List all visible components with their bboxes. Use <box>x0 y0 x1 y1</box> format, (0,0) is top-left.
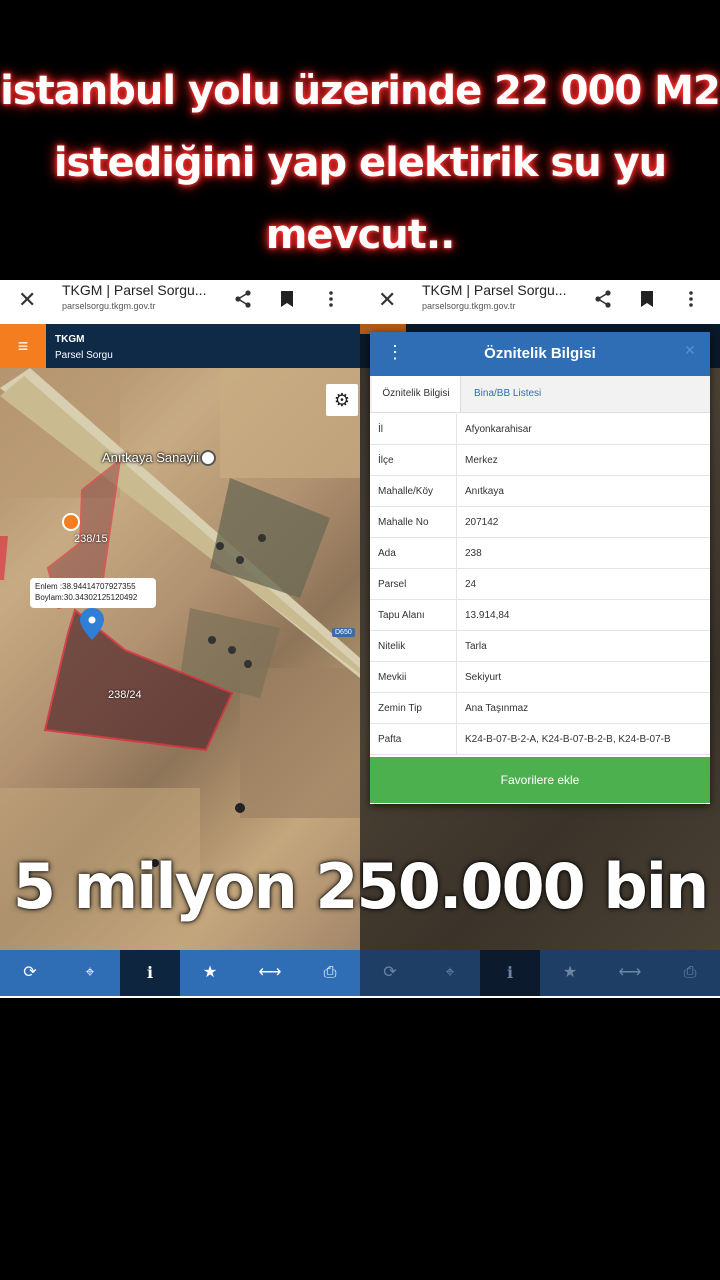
place-label: Anıtkaya Sanayii <box>102 450 199 465</box>
attr-value: Merkez <box>456 444 710 476</box>
attr-value: K24-B-07-B-2-A, K24-B-07-B-2-B, K24-B-07… <box>456 723 710 755</box>
attr-value: Sekiyurt <box>456 661 710 693</box>
table-row: İlçe Merkez <box>370 444 710 476</box>
attribute-table: İl Afyonkarahisar İlçe Merkez Mahalle/Köy A… <box>370 414 710 755</box>
attr-value: 238 <box>456 537 710 569</box>
parcel-label: 238/15 <box>74 533 108 545</box>
app-header: ≡ TKGM Parsel Sorgu <box>0 324 360 368</box>
table-row: Nitelik Tarla <box>370 630 710 662</box>
place-pin-icon[interactable] <box>200 450 216 466</box>
dialog-title: Öznitelik Bilgisi <box>484 345 596 362</box>
coordinate-popup: Enlem :38.94414707927355 Boylam:30.34302… <box>30 578 156 608</box>
attr-value: Ana Taşınmaz <box>456 692 710 724</box>
locate-icon[interactable]: ⌖ <box>60 950 120 996</box>
attr-key: Mahalle No <box>370 506 457 538</box>
attr-key: Ada <box>370 537 457 569</box>
video-caption: istanbul yolu üzerinde 22 000 M2 istediğ… <box>0 55 720 271</box>
bookmark-icon[interactable] <box>276 288 298 310</box>
close-icon[interactable]: ✕ <box>18 287 36 313</box>
share-icon[interactable] <box>232 288 254 310</box>
table-row: Mahalle/Köy Anıtkaya <box>370 475 710 507</box>
attr-value: 207142 <box>456 506 710 538</box>
more-vert-icon[interactable] <box>320 288 342 310</box>
dialog-header: ⋮ Öznitelik Bilgisi ✕ <box>370 332 710 376</box>
star-icon: ★ <box>562 964 578 981</box>
bookmark-icon[interactable] <box>636 288 658 310</box>
refresh-icon[interactable]: ⟳ <box>0 950 60 996</box>
table-row: Zemin Tip Ana Taşınmaz <box>370 692 710 724</box>
table-row: İl Afyonkarahisar <box>370 414 710 445</box>
more-vert-icon[interactable] <box>680 288 702 310</box>
info-icon: i <box>480 950 540 996</box>
tab-building-list[interactable]: Bina/BB Listesi <box>474 376 541 412</box>
close-icon[interactable]: ✕ <box>684 342 696 359</box>
attr-key: Parsel <box>370 568 457 600</box>
table-row: Parsel 24 <box>370 568 710 600</box>
caption-line-3: mevcut.. <box>265 212 456 258</box>
refresh-icon: ⟳ <box>383 964 397 981</box>
attr-key: Nitelik <box>370 630 457 662</box>
measure-icon[interactable]: ⟷ <box>240 950 300 996</box>
locate-icon: ⌖ <box>445 964 455 981</box>
info-icon[interactable]: i <box>120 950 180 996</box>
road-sign: D650 <box>332 628 355 637</box>
bottom-toolbar: ⟳ ⌖ i ★ ⟷ ⎙ <box>0 950 360 996</box>
tab-attributes[interactable]: Öznitelik Bilgisi <box>372 376 461 412</box>
tab-title: TKGM | Parsel Sorgu... <box>62 282 207 298</box>
dialog-tabs: Öznitelik Bilgisi Bina/BB Listesi <box>370 376 710 413</box>
table-row: Pafta K24-B-07-B-2-A, K24-B-07-B-2-B, K24… <box>370 723 710 755</box>
brand-title: TKGM <box>55 334 85 345</box>
url-text: parselsorgu.tkgm.gov.tr <box>422 301 516 311</box>
attr-key: İlçe <box>370 444 457 476</box>
price-overlay: 5 milyon 250.000 bin <box>12 850 709 923</box>
table-row: Tapu Alanı 13.914,84 <box>370 599 710 631</box>
print-icon: ⎙ <box>683 964 697 981</box>
attr-key: Mevkii <box>370 661 457 693</box>
bottom-toolbar-dimmed: ⟳ ⌖ i ★ ⟷ ⎙ <box>360 950 720 996</box>
caption-line-1: istanbul yolu üzerinde 22 000 M2 <box>0 68 720 114</box>
attr-value: Afyonkarahisar <box>456 414 710 445</box>
gear-icon[interactable]: ⚙ <box>326 384 358 416</box>
attr-key: Zemin Tip <box>370 692 457 724</box>
attr-key: İl <box>370 414 457 445</box>
caption-line-2: istediğini yap elektirik su yu <box>53 140 667 186</box>
table-row: Mahalle No 207142 <box>370 506 710 538</box>
divider <box>0 996 360 998</box>
attr-key: Mahalle/Köy <box>370 475 457 507</box>
star-icon[interactable]: ★ <box>180 950 240 996</box>
browser-bar: ✕ TKGM | Parsel Sorgu... parselsorgu.tkg… <box>360 280 720 324</box>
parcel-label-selected: 238/24 <box>108 689 142 701</box>
attr-value: 24 <box>456 568 710 600</box>
print-icon[interactable]: ⎙ <box>300 950 360 996</box>
tab-title: TKGM | Parsel Sorgu... <box>422 282 567 298</box>
attr-value: Anıtkaya <box>456 475 710 507</box>
measure-icon: ⟷ <box>618 964 642 981</box>
table-row: Ada 238 <box>370 537 710 569</box>
attr-key: Pafta <box>370 723 457 755</box>
poi-marker-icon[interactable] <box>62 513 80 531</box>
browser-bar: ✕ TKGM | Parsel Sorgu... parselsorgu.tkg… <box>0 280 360 324</box>
longitude-text: Boylam:30.34302125120492 <box>35 593 138 602</box>
attr-key: Tapu Alanı <box>370 599 457 631</box>
close-icon[interactable]: ✕ <box>378 287 396 313</box>
url-text: parselsorgu.tkgm.gov.tr <box>62 301 156 311</box>
attr-value: 13.914,84 <box>456 599 710 631</box>
divider <box>360 996 720 998</box>
table-row: Mevkii Sekiyurt <box>370 661 710 693</box>
latitude-text: Enlem :38.94414707927355 <box>35 582 136 591</box>
share-icon[interactable] <box>592 288 614 310</box>
attribute-dialog: ⋮ Öznitelik Bilgisi ✕ Öznitelik Bilgisi … <box>370 332 710 804</box>
brand-subtitle: Parsel Sorgu <box>55 350 113 361</box>
add-favorite-button[interactable]: Favorilere ekle <box>370 757 710 803</box>
attr-value: Tarla <box>456 630 710 662</box>
hamburger-icon[interactable]: ≡ <box>0 324 46 368</box>
